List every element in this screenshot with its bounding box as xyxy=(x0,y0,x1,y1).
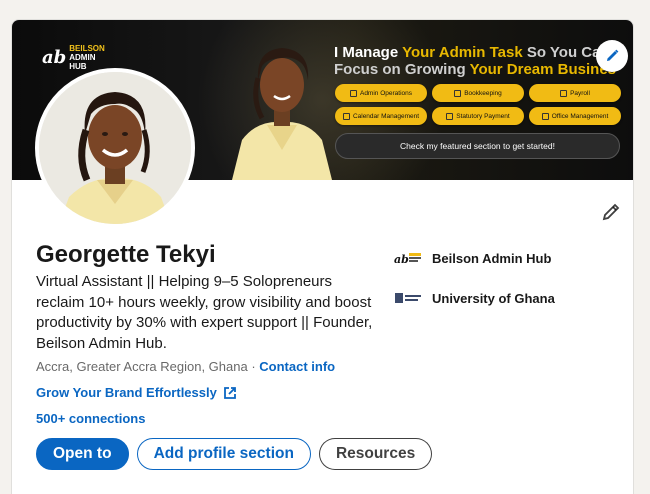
education-label: University of Ghana xyxy=(432,290,555,306)
banner-tagline: I Manage Your Admin Task So You Ca Focus… xyxy=(334,44,633,78)
service-pill: Payroll xyxy=(529,84,621,102)
location: Accra, Greater Accra Region, Ghana xyxy=(36,359,248,374)
external-link-icon xyxy=(223,386,236,399)
experience-summary: ab Beilson Admin Hub University of Ghana xyxy=(394,248,555,328)
profile-photo[interactable] xyxy=(35,68,195,228)
avatar-image xyxy=(39,72,191,224)
service-pill: Bookkeeping xyxy=(432,84,524,102)
website-label: Grow Your Brand Effortlessly xyxy=(36,385,217,400)
brand-mark: ab xyxy=(42,47,67,68)
resources-button[interactable]: Resources xyxy=(318,438,433,470)
pill-label: Office Management xyxy=(551,112,609,120)
connections-link[interactable]: 500+ connections xyxy=(36,411,145,426)
document-icon xyxy=(560,89,568,97)
pill-label: Payroll xyxy=(570,89,590,97)
brand-logo: ab BEILSON ADMIN HUB xyxy=(42,44,105,71)
beilson-logo-icon: ab xyxy=(394,251,422,265)
pencil-icon xyxy=(607,49,619,61)
tagline-part: I Manage xyxy=(334,44,403,61)
experience-label: Beilson Admin Hub xyxy=(432,250,552,266)
brand-word-1: BEILSON xyxy=(69,44,105,53)
separator: · xyxy=(247,359,260,374)
edit-intro-button[interactable] xyxy=(597,198,625,226)
experience-item[interactable]: ab Beilson Admin Hub xyxy=(394,248,555,268)
profile-headline: Virtual Assistant || Helping 9–5 Solopre… xyxy=(36,273,373,352)
edit-banner-button[interactable] xyxy=(596,40,628,72)
document-icon xyxy=(349,89,357,97)
banner-person-image xyxy=(232,48,332,180)
pill-label: Admin Operations xyxy=(359,89,413,97)
service-pill: Statutory Payment xyxy=(432,107,524,125)
profile-name: Georgette Tekyi xyxy=(36,241,216,268)
document-icon xyxy=(454,89,462,97)
contact-info-link[interactable]: Contact info xyxy=(259,359,335,374)
brand-word-2: ADMIN xyxy=(69,53,96,62)
pencil-icon xyxy=(602,203,620,221)
pill-label: Statutory Payment xyxy=(456,112,510,120)
calendar-icon xyxy=(342,112,350,120)
service-pills: Admin Operations Bookkeeping Payroll Cal… xyxy=(335,84,625,125)
profile-card: ab BEILSON ADMIN HUB I Manage Your Admin… xyxy=(11,19,634,494)
website-link[interactable]: Grow Your Brand Effortlessly xyxy=(36,385,237,400)
banner-cta: Check my featured section to get started… xyxy=(335,133,620,159)
location-line: Accra, Greater Accra Region, Ghana · Con… xyxy=(36,359,335,374)
pill-label: Bookkeeping xyxy=(464,89,502,97)
tagline-part: Growing xyxy=(404,61,470,78)
svg-text:ab: ab xyxy=(394,253,409,265)
tagline-part: Focus on xyxy=(334,61,405,78)
profile-actions: Open to Add profile section Resources xyxy=(36,438,433,470)
tagline-part: So You Ca xyxy=(522,44,601,61)
building-icon xyxy=(541,112,549,120)
open-to-button[interactable]: Open to xyxy=(36,438,129,470)
tagline-part: Your Admin Task xyxy=(402,44,523,61)
add-profile-section-button[interactable]: Add profile section xyxy=(136,438,311,470)
document-icon xyxy=(446,112,454,120)
service-pill: Admin Operations xyxy=(335,84,427,102)
service-pill: Office Management xyxy=(529,107,621,125)
pill-label: Calendar Management xyxy=(352,112,420,120)
service-pill: Calendar Management xyxy=(335,107,427,125)
university-of-ghana-logo-icon xyxy=(394,291,422,305)
education-item[interactable]: University of Ghana xyxy=(394,288,555,308)
tagline-part: Your Dream Busines xyxy=(469,61,617,78)
